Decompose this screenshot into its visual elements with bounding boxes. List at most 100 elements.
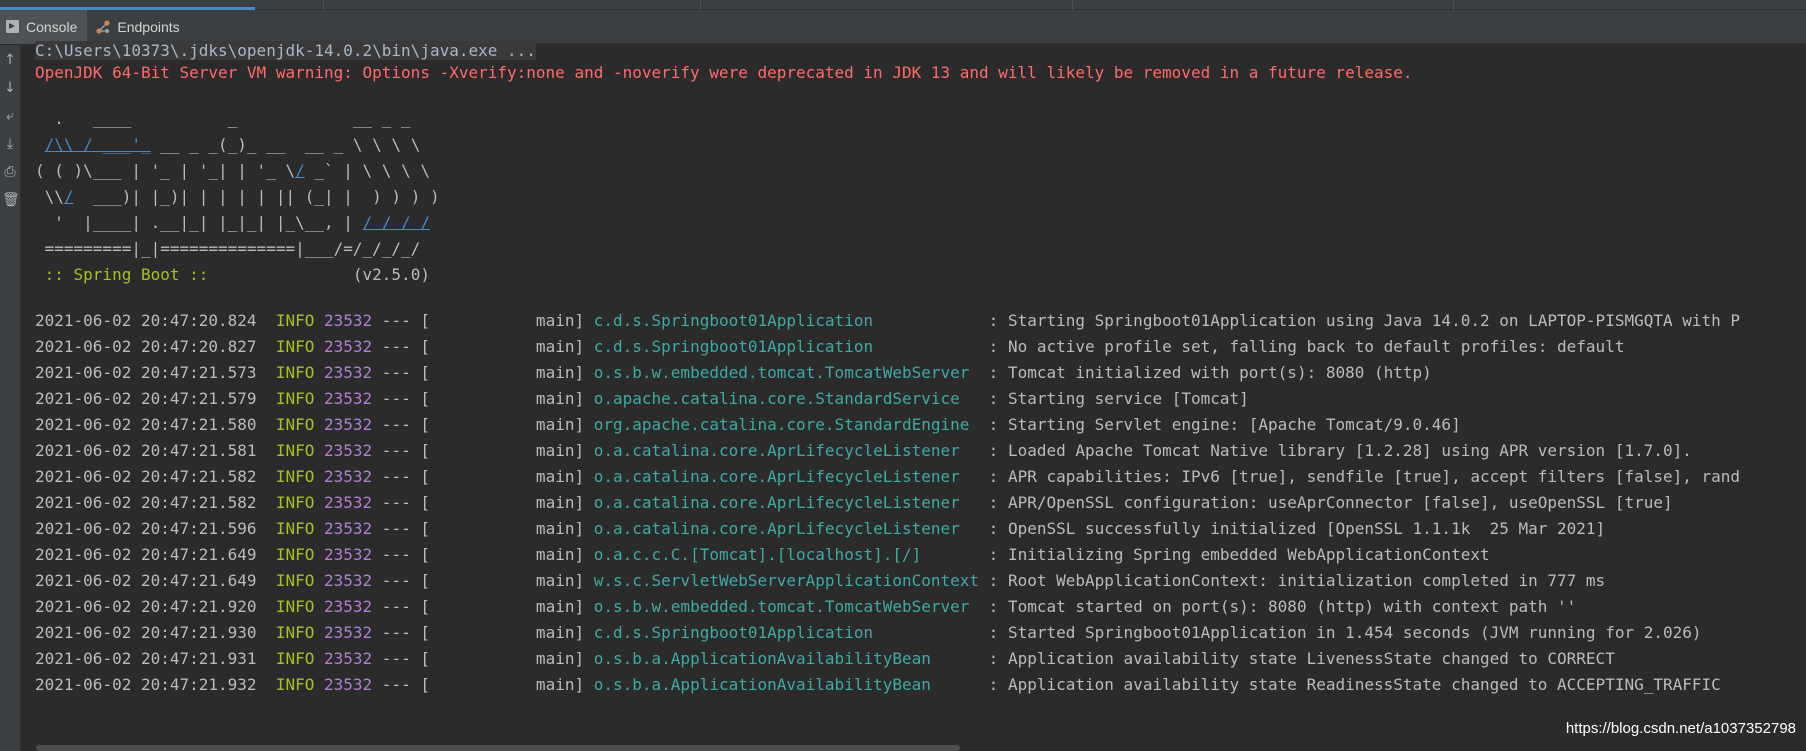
- log-pid: 23532: [324, 389, 373, 408]
- log-message: Root WebApplicationContext: initializati…: [1007, 571, 1606, 590]
- log-thread: main: [429, 363, 575, 382]
- endpoints-icon: [95, 19, 111, 35]
- log-logger: o.s.b.w.embedded.tomcat.TomcatWebServer: [593, 597, 980, 616]
- log-logger: o.a.catalina.core.AprLifecycleListener: [593, 519, 980, 538]
- banner-line: /\\ / ___'_ __ _ _(_)_ __ __ _ \ \ \ \: [44, 135, 421, 154]
- log-level: INFO: [275, 337, 315, 356]
- log-logger: c.d.s.Springboot01Application: [593, 311, 980, 330]
- spring-boot-version: (v2.5.0): [218, 265, 430, 284]
- log-thread: main: [429, 389, 575, 408]
- log-level: INFO: [275, 441, 315, 460]
- banner-line: ( ( )\___ | '_ | '_| | '_ \/ _` | \ \ \ …: [35, 161, 430, 180]
- log-thread: main: [429, 519, 575, 538]
- log-timestamp: 2021-06-02 20:47:21.580: [35, 415, 257, 434]
- tab-separator: [700, 0, 701, 10]
- command-line: C:\Users\10373\.jdks\openjdk-14.0.2\bin\…: [35, 41, 536, 60]
- log-thread: main: [429, 571, 575, 590]
- log-message: APR/OpenSSL configuration: useAprConnect…: [1007, 493, 1673, 512]
- log-level: INFO: [275, 597, 315, 616]
- log-thread: main: [429, 623, 575, 642]
- log-timestamp: 2021-06-02 20:47:21.930: [35, 623, 257, 642]
- log-logger: org.apache.catalina.core.StandardEngine: [593, 415, 980, 434]
- log-timestamp: 2021-06-02 20:47:20.827: [35, 337, 257, 356]
- log-pid: 23532: [324, 597, 373, 616]
- log-message: Loaded Apache Tomcat Native library [1.2…: [1007, 441, 1692, 460]
- log-logger: o.a.catalina.core.AprLifecycleListener: [593, 441, 980, 460]
- console-output[interactable]: C:\Users\10373\.jdks\openjdk-14.0.2\bin\…: [22, 41, 1806, 751]
- tab-console-label: Console: [26, 18, 78, 35]
- log-line: 2021-06-02 20:47:21.930 INFO 23532 --- […: [35, 623, 1702, 642]
- log-message: Tomcat initialized with port(s): 8080 (h…: [1007, 363, 1432, 382]
- log-message: No active profile set, falling back to d…: [1007, 337, 1625, 356]
- log-timestamp: 2021-06-02 20:47:21.573: [35, 363, 257, 382]
- log-logger: o.apache.catalina.core.StandardService: [593, 389, 980, 408]
- tab-separator: [1072, 0, 1073, 10]
- jvm-warning: OpenJDK 64-Bit Server VM warning: Option…: [35, 63, 1413, 82]
- log-level: INFO: [275, 571, 315, 590]
- log-pid: 23532: [324, 415, 373, 434]
- log-timestamp: 2021-06-02 20:47:20.824: [35, 311, 257, 330]
- active-editor-tab-indicator[interactable]: [0, 0, 255, 10]
- log-logger: o.a.c.c.C.[Tomcat].[localhost].[/]: [593, 545, 980, 564]
- log-message: Starting Springboot01Application using J…: [1007, 311, 1741, 330]
- log-level: INFO: [275, 415, 315, 434]
- log-timestamp: 2021-06-02 20:47:21.579: [35, 389, 257, 408]
- log-level: INFO: [275, 389, 315, 408]
- log-line: 2021-06-02 20:47:21.931 INFO 23532 --- […: [35, 649, 1615, 668]
- trash-icon[interactable]: 🗑: [2, 191, 20, 209]
- tab-separator: [323, 0, 324, 10]
- watermark: https://blog.csdn.net/a1037352798: [1565, 720, 1796, 737]
- horizontal-scrollbar[interactable]: [36, 745, 960, 751]
- log-level: INFO: [275, 675, 315, 694]
- log-timestamp: 2021-06-02 20:47:21.649: [35, 571, 257, 590]
- log-timestamp: 2021-06-02 20:47:21.581: [35, 441, 257, 460]
- log-timestamp: 2021-06-02 20:47:21.582: [35, 493, 257, 512]
- log-timestamp: 2021-06-02 20:47:21.649: [35, 545, 257, 564]
- tab-endpoints-label: Endpoints: [117, 18, 180, 35]
- log-timestamp: 2021-06-02 20:47:21.920: [35, 597, 257, 616]
- log-message: Started Springboot01Application in 1.454…: [1007, 623, 1702, 642]
- banner-line: \\/ ___)| |_)| | | | | || (_| | ) ) ) ): [35, 187, 440, 206]
- log-timestamp: 2021-06-02 20:47:21.582: [35, 467, 257, 486]
- log-pid: 23532: [324, 441, 373, 460]
- log-logger: o.a.catalina.core.AprLifecycleListener: [593, 493, 980, 512]
- log-line: 2021-06-02 20:47:21.582 INFO 23532 --- […: [35, 493, 1673, 512]
- banner-line: . ____ _ __ _ _: [35, 109, 411, 128]
- log-pid: 23532: [324, 311, 373, 330]
- log-timestamp: 2021-06-02 20:47:21.931: [35, 649, 257, 668]
- log-logger: o.a.catalina.core.AprLifecycleListener: [593, 467, 980, 486]
- arrow-down-icon[interactable]: ↓: [2, 79, 18, 97]
- log-pid: 23532: [324, 675, 373, 694]
- soft-wrap-icon[interactable]: ⤶: [2, 107, 18, 125]
- log-thread: main: [429, 415, 575, 434]
- tab-separator: [1453, 0, 1454, 10]
- log-line: 2021-06-02 20:47:21.920 INFO 23532 --- […: [35, 597, 1577, 616]
- log-pid: 23532: [324, 337, 373, 356]
- log-message: Initializing Spring embedded WebApplicat…: [1007, 545, 1490, 564]
- log-line: 2021-06-02 20:47:20.827 INFO 23532 --- […: [35, 337, 1625, 356]
- console-icon: [4, 19, 20, 35]
- log-thread: main: [429, 493, 575, 512]
- log-level: INFO: [275, 623, 315, 642]
- log-logger: o.s.b.w.embedded.tomcat.TomcatWebServer: [593, 363, 980, 382]
- log-line: 2021-06-02 20:47:21.579 INFO 23532 --- […: [35, 389, 1249, 408]
- log-line: 2021-06-02 20:47:21.649 INFO 23532 --- […: [35, 571, 1606, 590]
- spring-boot-line: :: Spring Boot :: (v2.5.0): [35, 262, 430, 288]
- log-message: Tomcat started on port(s): 8080 (http) w…: [1007, 597, 1577, 616]
- arrow-up-icon[interactable]: ↑: [2, 51, 18, 69]
- print-icon[interactable]: ⎙: [2, 163, 18, 181]
- scroll-to-end-icon[interactable]: ⤓: [2, 135, 18, 153]
- log-level: INFO: [275, 519, 315, 538]
- log-line: 2021-06-02 20:47:21.580 INFO 23532 --- […: [35, 415, 1461, 434]
- log-level: INFO: [275, 311, 315, 330]
- banner-line: ' |____| .__|_| |_|_| |_\__, | / / / /: [35, 213, 430, 232]
- log-message: OpenSSL successfully initialized [OpenSS…: [1007, 519, 1606, 538]
- log-line: 2021-06-02 20:47:21.573 INFO 23532 --- […: [35, 363, 1432, 382]
- log-timestamp: 2021-06-02 20:47:21.932: [35, 675, 257, 694]
- log-line: 2021-06-02 20:47:21.932 INFO 23532 --- […: [35, 675, 1721, 694]
- log-thread: main: [429, 441, 575, 460]
- log-level: INFO: [275, 649, 315, 668]
- editor-tab-strip: [0, 0, 1806, 10]
- log-pid: 23532: [324, 571, 373, 590]
- log-message: Application availability state LivenessS…: [1007, 649, 1615, 668]
